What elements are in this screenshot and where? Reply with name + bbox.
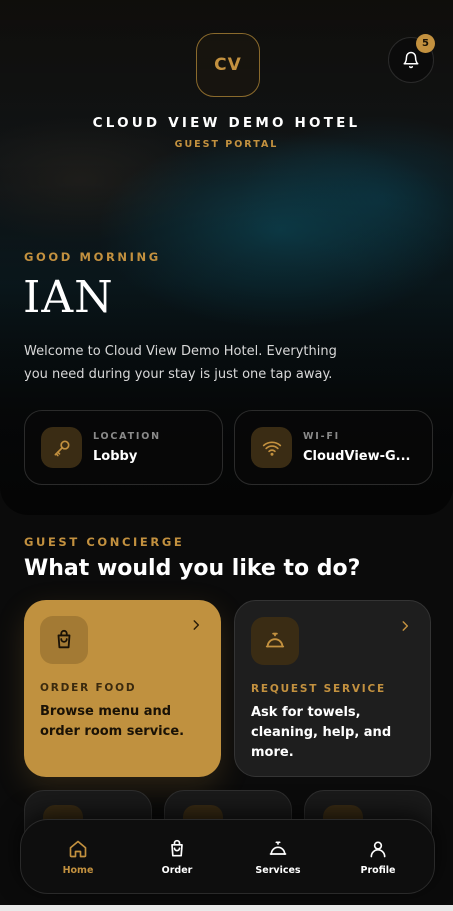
nav-services-label: Services [255,865,301,876]
home-icon [69,840,87,858]
user-icon [370,841,386,858]
key-icon [41,427,82,468]
wifi-label: WI-FI [303,431,340,442]
service-bell-icon [269,841,287,855]
order-food-label: ORDER FOOD [40,682,137,694]
request-service-card[interactable]: REQUEST SERVICE Ask for towels, cleaning… [234,600,431,777]
chevron-right-icon [193,620,200,630]
wifi-value: CloudView-G... [303,449,411,464]
shopping-bag-icon [171,839,183,857]
shopping-bag-icon [40,616,88,664]
chevron-right-icon [402,621,409,631]
logo-initials: CV [214,55,242,75]
concierge-title: What would you like to do? [24,556,361,581]
service-bell-icon [251,617,299,665]
order-food-card[interactable]: ORDER FOOD Browse menu and order room se… [24,600,221,777]
hotel-logo: CV [196,33,260,97]
bottom-edge [0,905,453,911]
nav-profile-label: Profile [360,865,396,876]
portal-label: GUEST PORTAL [174,139,279,150]
wifi-card: WI-FI CloudView-G... [234,410,433,485]
bell-icon [403,51,419,69]
request-service-label: REQUEST SERVICE [251,683,386,695]
request-service-description: Ask for towels, cleaning, help, and more… [251,705,392,760]
bottom-navigation: Home Order Services Profile [20,819,435,894]
location-label: LOCATION [93,431,161,442]
nav-order-label: Order [161,865,193,876]
greeting: GOOD MORNING [24,250,161,264]
guest-name: IAN [23,272,114,323]
wifi-icon [251,427,292,468]
welcome-text: Welcome to Cloud View Demo Hotel. Everyt… [24,344,337,382]
order-food-description: Browse menu and order room service. [40,704,185,739]
nav-profile[interactable]: Profile [328,820,428,895]
notification-badge: 5 [416,34,435,53]
nav-home-label: Home [62,865,94,876]
location-card: LOCATION Lobby [24,410,223,485]
concierge-label: GUEST CONCIERGE [24,535,185,549]
location-value: Lobby [93,449,138,464]
hotel-name: CLOUD VIEW DEMO HOTEL [92,115,361,131]
nav-order[interactable]: Order [127,820,227,895]
nav-services[interactable]: Services [228,820,328,895]
nav-home[interactable]: Home [28,820,128,895]
